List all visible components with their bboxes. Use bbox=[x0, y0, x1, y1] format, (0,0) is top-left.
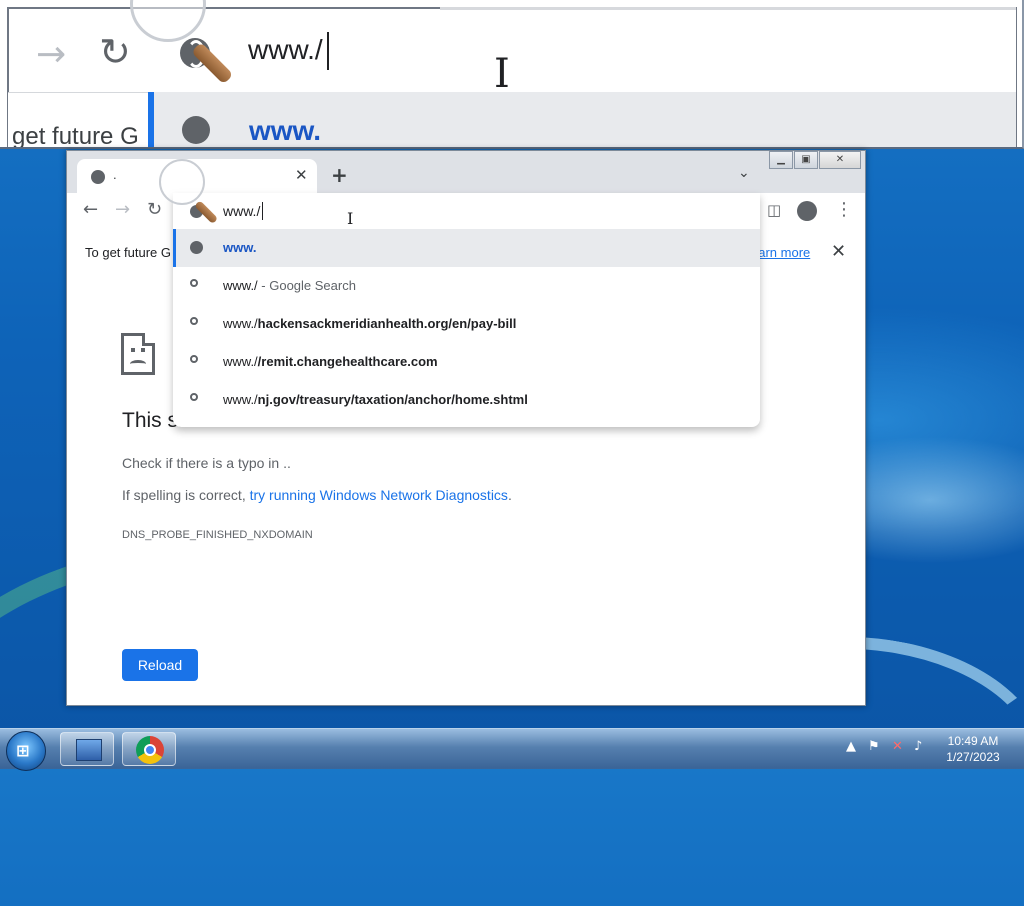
close-window-button[interactable]: ✕ bbox=[819, 151, 861, 169]
reload-icon: ↻ bbox=[99, 30, 131, 74]
clock-date: 1/27/2023 bbox=[946, 750, 1000, 764]
diagnostics-suffix: . bbox=[507, 487, 512, 503]
globe-icon bbox=[182, 116, 210, 144]
infobar-message: To get future G bbox=[85, 245, 171, 260]
suggestion-text: www.//remit.changehealthcare.com bbox=[223, 354, 438, 369]
diagnostics-prefix: If spelling is correct, bbox=[122, 487, 250, 503]
error-code: DNS_PROBE_FINISHED_NXDOMAIN bbox=[122, 529, 313, 541]
tab-title: . bbox=[113, 167, 117, 182]
globe-icon bbox=[91, 170, 105, 184]
action-center-icon[interactable]: ⚑ bbox=[868, 739, 880, 754]
suggestion-history[interactable]: www./hackensackmeridianhealth.org/en/pay… bbox=[173, 305, 760, 343]
clock[interactable]: 10:49 AM 1/27/2023 bbox=[938, 733, 1008, 765]
magnifier-panel: → ↻ www./ I get future G www. bbox=[0, 0, 1024, 149]
windows-logo-icon: ⊞ bbox=[16, 741, 30, 760]
text-caret bbox=[327, 32, 329, 70]
ibeam-cursor-icon: I bbox=[494, 51, 510, 97]
magnified-suggestion-text: www. bbox=[249, 115, 322, 146]
search-icon bbox=[190, 317, 198, 325]
globe-icon bbox=[190, 241, 203, 254]
magnified-infobar-text: get future G bbox=[12, 123, 139, 149]
suggestion-suffix: - Google Search bbox=[257, 278, 356, 293]
network-disconnected-icon[interactable]: ✕ bbox=[892, 739, 903, 754]
profile-icon[interactable] bbox=[797, 201, 817, 221]
suggestion-url[interactable]: www. bbox=[173, 229, 760, 267]
explorer-icon bbox=[76, 739, 102, 761]
taskbar-explorer-button[interactable] bbox=[60, 732, 114, 766]
search-icon bbox=[190, 279, 198, 287]
volume-icon[interactable]: ♪ bbox=[914, 739, 922, 754]
sad-document-icon bbox=[121, 333, 155, 375]
suggestion-text: www./hackensackmeridianhealth.org/en/pay… bbox=[223, 316, 516, 331]
error-line-diagnostics: If spelling is correct, try running Wind… bbox=[122, 487, 512, 503]
maximize-button[interactable]: ▣ bbox=[794, 151, 818, 169]
suggestion-prefix: www./ bbox=[223, 354, 258, 369]
suggestion-text: www./ - Google Search bbox=[223, 278, 356, 293]
back-icon[interactable]: ← bbox=[83, 201, 98, 219]
taskbar: ⊞ ▲ ⚑ ✕ ♪ 10:49 AM 1/27/2023 bbox=[0, 728, 1024, 771]
ibeam-cursor-icon: I bbox=[347, 209, 354, 228]
text-caret bbox=[262, 202, 263, 220]
omnibox-text[interactable]: www./ bbox=[223, 203, 260, 219]
suggestion-prefix: www./ bbox=[223, 316, 258, 331]
forward-icon: → bbox=[36, 34, 67, 75]
magnified-omnibox-text: www./ bbox=[248, 34, 323, 65]
suggestion-bold: hackensackmeridianhealth.org/en/pay-bill bbox=[257, 316, 517, 331]
magnified-infobar: get future G bbox=[8, 92, 148, 149]
suggestion-bold: /remit.changehealthcare.com bbox=[257, 354, 438, 369]
selection-indicator bbox=[148, 92, 154, 147]
menu-icon[interactable]: ⋮ bbox=[835, 201, 853, 219]
omnibox-dropdown: www./ I www. www./ - Google Search www./… bbox=[159, 159, 760, 427]
suggestion-text: www. bbox=[223, 240, 257, 255]
chrome-icon bbox=[136, 736, 164, 764]
omnibox-input[interactable]: www./ I bbox=[159, 159, 760, 229]
suggestion-history[interactable]: www.//remit.changehealthcare.com bbox=[173, 343, 760, 381]
reload-button[interactable]: Reload bbox=[122, 649, 198, 681]
forward-icon[interactable]: → bbox=[115, 201, 130, 219]
suggestion-text: www./nj.gov/treasury/taxation/anchor/hom… bbox=[223, 392, 528, 407]
new-tab-button[interactable]: + bbox=[331, 163, 348, 187]
search-icon bbox=[190, 355, 198, 363]
clock-time: 10:49 AM bbox=[947, 734, 999, 748]
side-panel-icon[interactable]: ◫ bbox=[767, 203, 781, 218]
suggestion-history[interactable]: www./nj.gov/treasury/taxation/anchor/hom… bbox=[173, 381, 760, 419]
suggestion-prefix: www./ bbox=[223, 278, 258, 293]
chevron-down-icon[interactable]: ⌄ bbox=[738, 165, 750, 181]
magnifier-lens-icon bbox=[159, 159, 205, 205]
start-button[interactable]: ⊞ bbox=[6, 731, 46, 771]
show-hidden-icons-icon[interactable]: ▲ bbox=[846, 739, 856, 754]
taskbar-chrome-button[interactable] bbox=[122, 732, 176, 766]
tab-close-icon[interactable]: ✕ bbox=[295, 166, 308, 184]
suggestion-search[interactable]: www./ - Google Search bbox=[173, 267, 760, 305]
infobar-close-icon[interactable]: ✕ bbox=[831, 241, 846, 262]
error-line-typo: Check if there is a typo in .. bbox=[122, 455, 291, 471]
suggestion-prefix: www./ bbox=[223, 392, 258, 407]
minimize-button[interactable]: ▁ bbox=[769, 151, 793, 169]
search-icon bbox=[190, 393, 198, 401]
diagnostics-link[interactable]: try running Windows Network Diagnostics bbox=[250, 487, 508, 503]
reload-icon[interactable]: ↻ bbox=[147, 201, 162, 219]
suggestion-bold: nj.gov/treasury/taxation/anchor/home.sht… bbox=[257, 392, 528, 407]
